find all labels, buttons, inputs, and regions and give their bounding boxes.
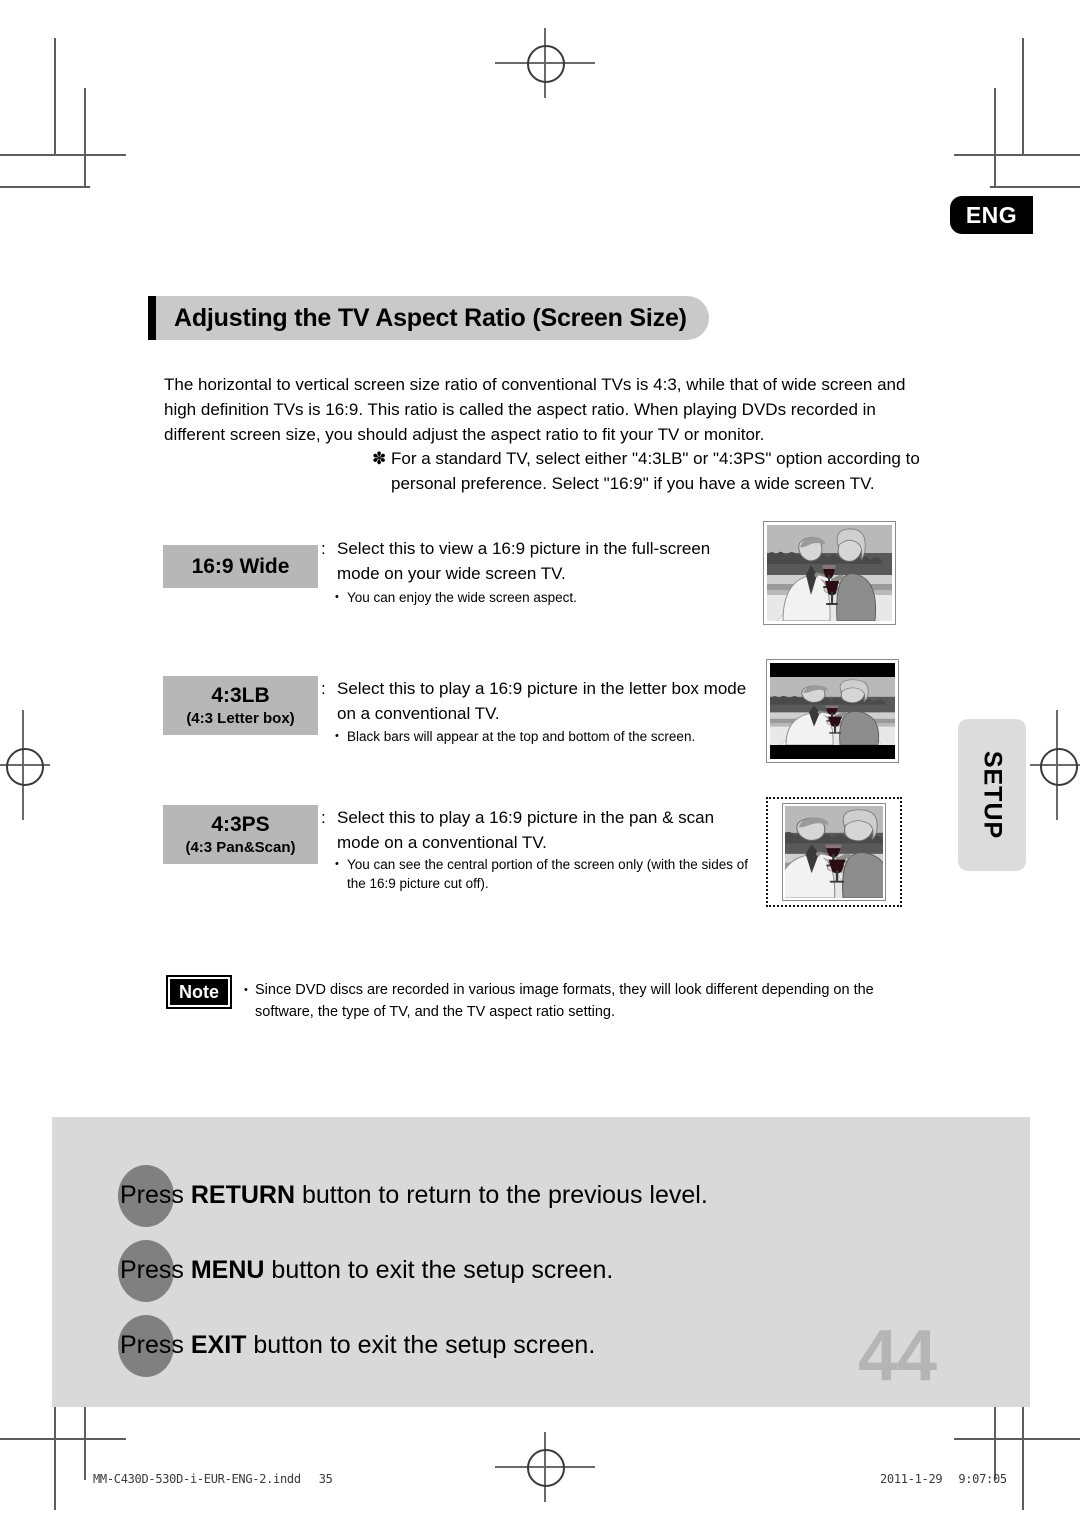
option-bullet-text: You can enjoy the wide screen aspect. [347,590,577,605]
registration-mark-right-middle [1018,710,1080,820]
bullet-icon: • [335,858,339,870]
option-bullet-text: You can see the central portion of the s… [347,857,748,891]
setup-side-tab-label: SETUP [978,750,1007,840]
option-colon: : [321,539,326,558]
intro-paragraph: The horizontal to vertical screen size r… [164,375,906,444]
registration-mark-bottom-center [495,1432,595,1502]
option-description-16-9-wide: : Select this to view a 16:9 picture in … [321,536,751,586]
setup-side-tab: SETUP [958,719,1026,871]
instruction-row-return: Press RETURN button to return to the pre… [52,1165,1030,1227]
option-chip-sublabel: (4:3 Pan&Scan) [185,838,296,856]
star-note-text: For a standard TV, select either "4:3LB"… [391,449,920,493]
star-note: ✽ For a standard TV, select either "4:3L… [372,446,932,496]
star-icon: ✽ [372,449,387,468]
instruction-text-return: Press RETURN button to return to the pre… [120,1175,708,1215]
footer-timestamp: 2011-1-29 9:07:05 [880,1472,1007,1486]
instruction-prefix: Press [120,1256,191,1284]
option-chip-label: 4:3LB [211,683,270,707]
option-chip-16-9-wide[interactable]: 16:9 Wide [163,545,318,588]
page-number: 44 [858,1316,937,1396]
bullet-icon: • [335,591,339,603]
title-pill: Adjusting the TV Aspect Ratio (Screen Si… [156,296,709,340]
language-badge: ENG [950,196,1033,234]
instruction-suffix: button to exit the setup screen. [264,1256,614,1284]
thumbnail-4-3-ps [766,797,902,907]
footer-time: 9:07:05 [958,1472,1007,1486]
instruction-suffix: button to exit the setup screen. [246,1331,596,1359]
option-description-4-3-ps: : Select this to play a 16:9 picture in … [321,805,751,855]
note-body: • Since DVD discs are recorded in variou… [244,979,874,1023]
instruction-prefix: Press [120,1331,191,1359]
couple-toasting-illustration-panscan [785,806,883,898]
instruction-text-exit: Press EXIT button to exit the setup scre… [120,1325,595,1365]
instruction-text-menu: Press MENU button to exit the setup scre… [120,1250,613,1290]
option-chip-sublabel: (4:3 Letter box) [186,709,295,727]
thumbnail-picture [785,806,883,898]
instruction-key: EXIT [190,1331,247,1359]
footer-file-info: MM-C430D-530D-i-EUR-ENG-2.indd 35 [93,1472,333,1486]
option-chip-4-3-lb[interactable]: 4:3LB (4:3 Letter box) [163,676,318,735]
option-bullet-text: Black bars will appear at the top and bo… [347,729,696,744]
option-description-text: Select this to play a 16:9 picture in th… [337,679,747,723]
footer-sheet-number: 35 [318,1472,333,1486]
thumbnail-picture [770,663,895,759]
instruction-row-menu: Press MENU button to exit the setup scre… [52,1240,1030,1302]
option-description-text: Select this to play a 16:9 picture in th… [337,808,715,852]
thumbnail-4-3-lb [766,659,899,763]
option-colon: : [321,808,326,827]
footer-date: 2011-1-29 [880,1472,943,1486]
option-chip-label: 16:9 Wide [191,554,290,578]
footer-file-name: MM-C430D-530D-i-EUR-ENG-2.indd [93,1472,301,1486]
note-text: Since DVD discs are recorded in various … [255,982,874,1020]
thumbnail-picture [767,525,892,621]
option-description-text: Select this to view a 16:9 picture in th… [337,539,711,583]
instruction-prefix: Press [120,1181,191,1209]
instruction-key: MENU [190,1256,265,1284]
option-chip-4-3-ps[interactable]: 4:3PS (4:3 Pan&Scan) [163,805,318,864]
instruction-key: RETURN [190,1181,296,1209]
note-badge: Note [166,975,232,1009]
option-bullet-16-9-wide: • You can enjoy the wide screen aspect. [335,588,755,607]
couple-toasting-illustration [767,525,892,621]
instruction-suffix: button to return to the previous level. [295,1181,708,1209]
page-title-text: Adjusting the TV Aspect Ratio (Screen Si… [174,303,687,332]
couple-toasting-illustration-letterbox [770,663,895,759]
bullet-icon: • [244,984,248,996]
option-description-4-3-lb: : Select this to play a 16:9 picture in … [321,676,751,726]
option-bullet-4-3-lb: • Black bars will appear at the top and … [335,727,755,746]
thumbnail-16-9-wide [763,521,896,625]
manual-page: ENG SETUP Adjusting the TV Aspect Ratio … [0,0,1080,1527]
bullet-icon: • [335,730,339,742]
registration-mark-left-middle [0,710,62,820]
title-accent-bar [148,296,156,340]
option-colon: : [321,679,326,698]
option-chip-label: 4:3PS [211,812,270,836]
registration-mark-top-center [495,28,595,98]
option-bullet-4-3-ps: • You can see the central portion of the… [335,855,755,893]
